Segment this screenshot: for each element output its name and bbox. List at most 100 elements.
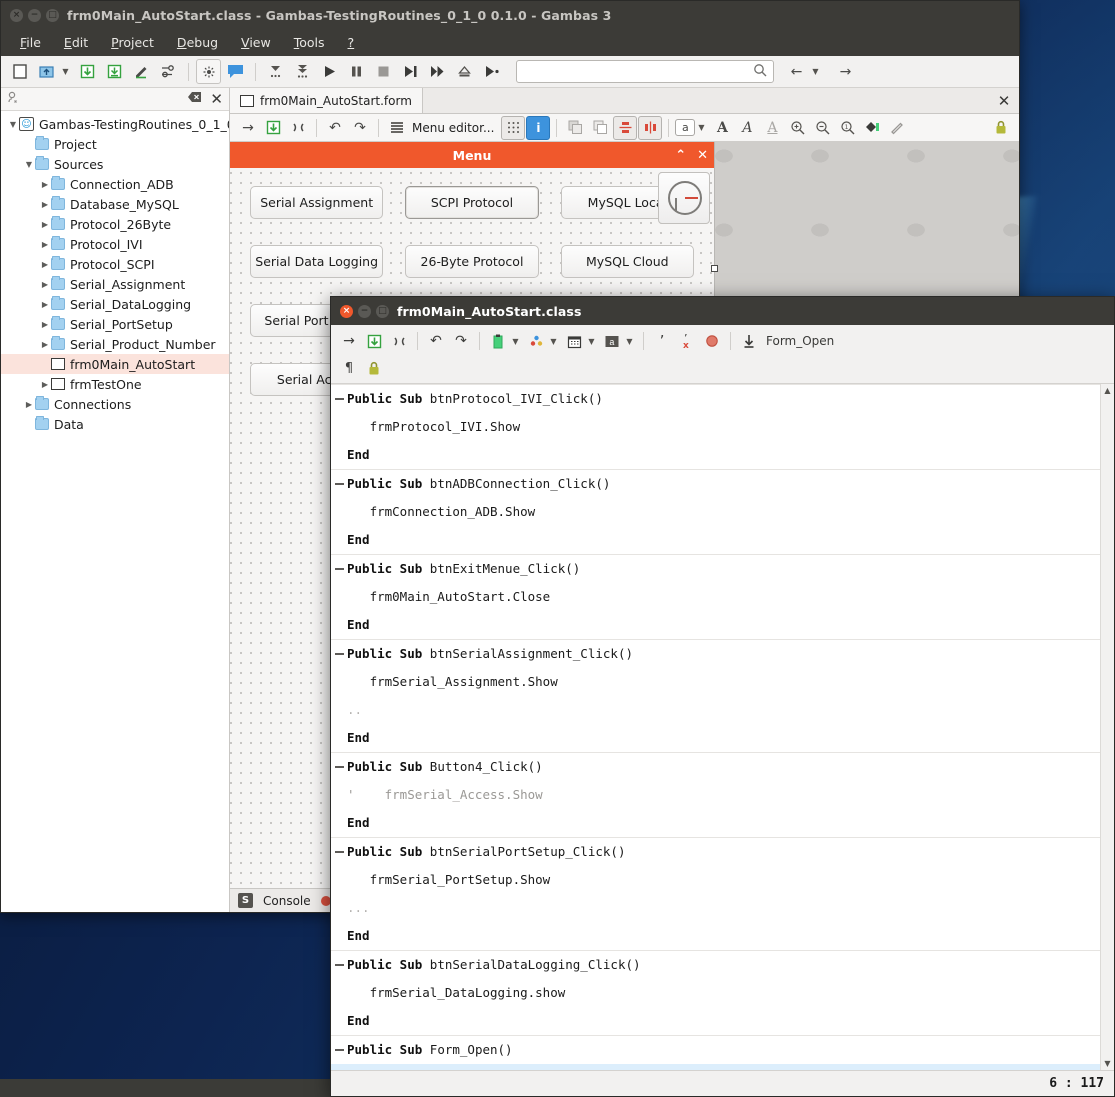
code-line[interactable]: frmSerial_Assignment.Show [331, 668, 1100, 696]
step-into-icon[interactable] [263, 59, 288, 84]
menu-editor-label[interactable]: Menu editor... [410, 121, 500, 135]
menu-project[interactable]: Project [100, 32, 165, 53]
search-input[interactable] [523, 65, 753, 79]
code-block[interactable]: Public Sub Form_Open() frm0Main_AutoStar… [331, 1036, 1100, 1070]
arrow-left-icon[interactable]: ← [784, 59, 809, 84]
align-vertical-icon[interactable] [613, 116, 637, 140]
tree-item[interactable]: frm0Main_AutoStart [1, 354, 229, 374]
fold-toggle-icon[interactable] [335, 653, 344, 655]
tree-item[interactable]: Serial_Assignment [1, 274, 229, 294]
edit-icon[interactable] [129, 59, 154, 84]
eject-icon[interactable] [452, 59, 477, 84]
close-window-button[interactable]: × [10, 9, 23, 22]
chevron-down-icon[interactable]: ▼ [696, 116, 709, 140]
menu-view[interactable]: View [230, 32, 282, 53]
code-block[interactable]: Public Sub btnExitMenue_Click() frm0Main… [331, 555, 1100, 640]
fold-toggle-icon[interactable] [335, 766, 344, 768]
tree-item[interactable]: Protocol_26Byte [1, 214, 229, 234]
run-icon[interactable] [317, 59, 342, 84]
backspace-icon[interactable] [185, 91, 204, 107]
scroll-up-arrow[interactable]: ▲ [1104, 386, 1110, 395]
goto-icon[interactable]: → [337, 329, 361, 353]
save-all-icon[interactable] [102, 59, 127, 84]
tree-item[interactable]: Project [1, 134, 229, 154]
resize-handle-right[interactable] [711, 265, 718, 272]
font-dropdown-icon[interactable]: ▼ [625, 329, 637, 353]
lock-icon[interactable] [362, 356, 386, 380]
tree-expander-closed[interactable] [39, 180, 51, 189]
code-block[interactable]: Public Sub Button4_Click()' frmSerial_Ac… [331, 753, 1100, 838]
code-line[interactable]: ... [331, 894, 1100, 922]
reload-icon[interactable] [387, 329, 411, 353]
code-line[interactable]: frm0Main_AutoStart.Text = "Menu " & Form… [331, 1064, 1100, 1070]
brush-icon[interactable] [885, 116, 909, 140]
lock-icon[interactable] [989, 116, 1013, 140]
code-line[interactable]: End [331, 526, 1100, 554]
btn-serial-assignment[interactable]: Serial Assignment [250, 186, 383, 219]
btn-serial-data-logging[interactable]: Serial Data Logging [250, 245, 383, 278]
chevron-up-icon[interactable]: ⌃ [675, 148, 686, 163]
calendar-icon[interactable] [562, 329, 586, 353]
underline-icon[interactable]: A [760, 116, 784, 140]
menu-file[interactable]: File [9, 32, 52, 53]
undo-icon[interactable]: ↶ [323, 116, 347, 140]
fold-toggle-icon[interactable] [335, 568, 344, 570]
zoom-out-icon[interactable] [810, 116, 834, 140]
tree-item[interactable]: Protocol_IVI [1, 234, 229, 254]
tree-item[interactable]: ☺Gambas-TestingRoutines_0_1_0 [1, 114, 229, 134]
code-line[interactable]: frmSerial_PortSetup.Show [331, 866, 1100, 894]
zoom-reset-icon[interactable]: 1 [835, 116, 859, 140]
fast-forward-icon[interactable] [425, 59, 450, 84]
tree-item[interactable]: Serial_Product_Number [1, 334, 229, 354]
code-line[interactable]: frmConnection_ADB.Show [331, 498, 1100, 526]
bold-icon[interactable]: A [710, 116, 734, 140]
colors-dropdown-icon[interactable]: ▼ [549, 329, 561, 353]
fold-toggle-icon[interactable] [335, 398, 344, 400]
tree-item[interactable]: frmTestOne [1, 374, 229, 394]
tab-frm0main-autostart-form[interactable]: frm0Main_AutoStart.form [230, 88, 423, 113]
undo-icon[interactable]: ↶ [424, 329, 448, 353]
pause-icon[interactable] [344, 59, 369, 84]
tree-expander-closed[interactable] [39, 340, 51, 349]
code-line[interactable]: Public Sub btnProtocol_IVI_Click() [331, 385, 1100, 413]
align-horizontal-icon[interactable] [638, 116, 662, 140]
info-icon[interactable]: i [526, 116, 550, 140]
menu-tools[interactable]: Tools [283, 32, 336, 53]
tree-expander-closed[interactable] [39, 220, 51, 229]
save-icon[interactable] [362, 329, 386, 353]
new-file-icon[interactable] [7, 59, 32, 84]
fold-toggle-icon[interactable] [335, 964, 344, 966]
maximize-window-button[interactable]: □ [46, 9, 59, 22]
code-line[interactable]: .. [331, 696, 1100, 724]
minimize-window-button[interactable]: − [28, 9, 41, 22]
btn-mysql-cloud[interactable]: MySQL Cloud [561, 245, 694, 278]
code-line[interactable]: Public Sub btnSerialAssignment_Click() [331, 640, 1100, 668]
open-dropdown-icon[interactable]: ▼ [61, 59, 73, 84]
step-end-icon[interactable] [398, 59, 423, 84]
save-icon[interactable] [261, 116, 285, 140]
close-code-window-button[interactable]: × [340, 305, 353, 318]
stop-icon[interactable] [371, 59, 396, 84]
code-block[interactable]: Public Sub btnProtocol_IVI_Click() frmPr… [331, 384, 1100, 470]
paragraph-icon[interactable]: ¶ [337, 356, 361, 380]
close-icon[interactable]: ✕ [697, 148, 708, 163]
menu-lines-icon[interactable] [385, 116, 409, 140]
save-icon[interactable] [75, 59, 100, 84]
code-line[interactable]: Public Sub Form_Open() [331, 1036, 1100, 1064]
code-block[interactable]: Public Sub btnSerialAssignment_Click() f… [331, 640, 1100, 753]
comment-icon[interactable] [223, 59, 248, 84]
clipboard-dropdown-icon[interactable]: ▼ [511, 329, 523, 353]
tree-expander-closed[interactable] [39, 260, 51, 269]
breakpoint-icon[interactable] [700, 329, 724, 353]
code-blocks[interactable]: Public Sub btnProtocol_IVI_Click() frmPr… [331, 384, 1100, 1070]
tree-expander-closed[interactable] [23, 400, 35, 409]
tree-expander-closed[interactable] [39, 280, 51, 289]
console-label[interactable]: Console [263, 894, 311, 908]
chevron-down-icon[interactable]: ▼ [811, 59, 823, 84]
code-line[interactable]: End [331, 1007, 1100, 1035]
toolbar-search-box[interactable] [516, 60, 774, 83]
code-line[interactable]: End [331, 441, 1100, 469]
italic-icon[interactable]: A [735, 116, 759, 140]
clock-widget[interactable] [658, 172, 710, 224]
colors-icon[interactable] [524, 329, 548, 353]
